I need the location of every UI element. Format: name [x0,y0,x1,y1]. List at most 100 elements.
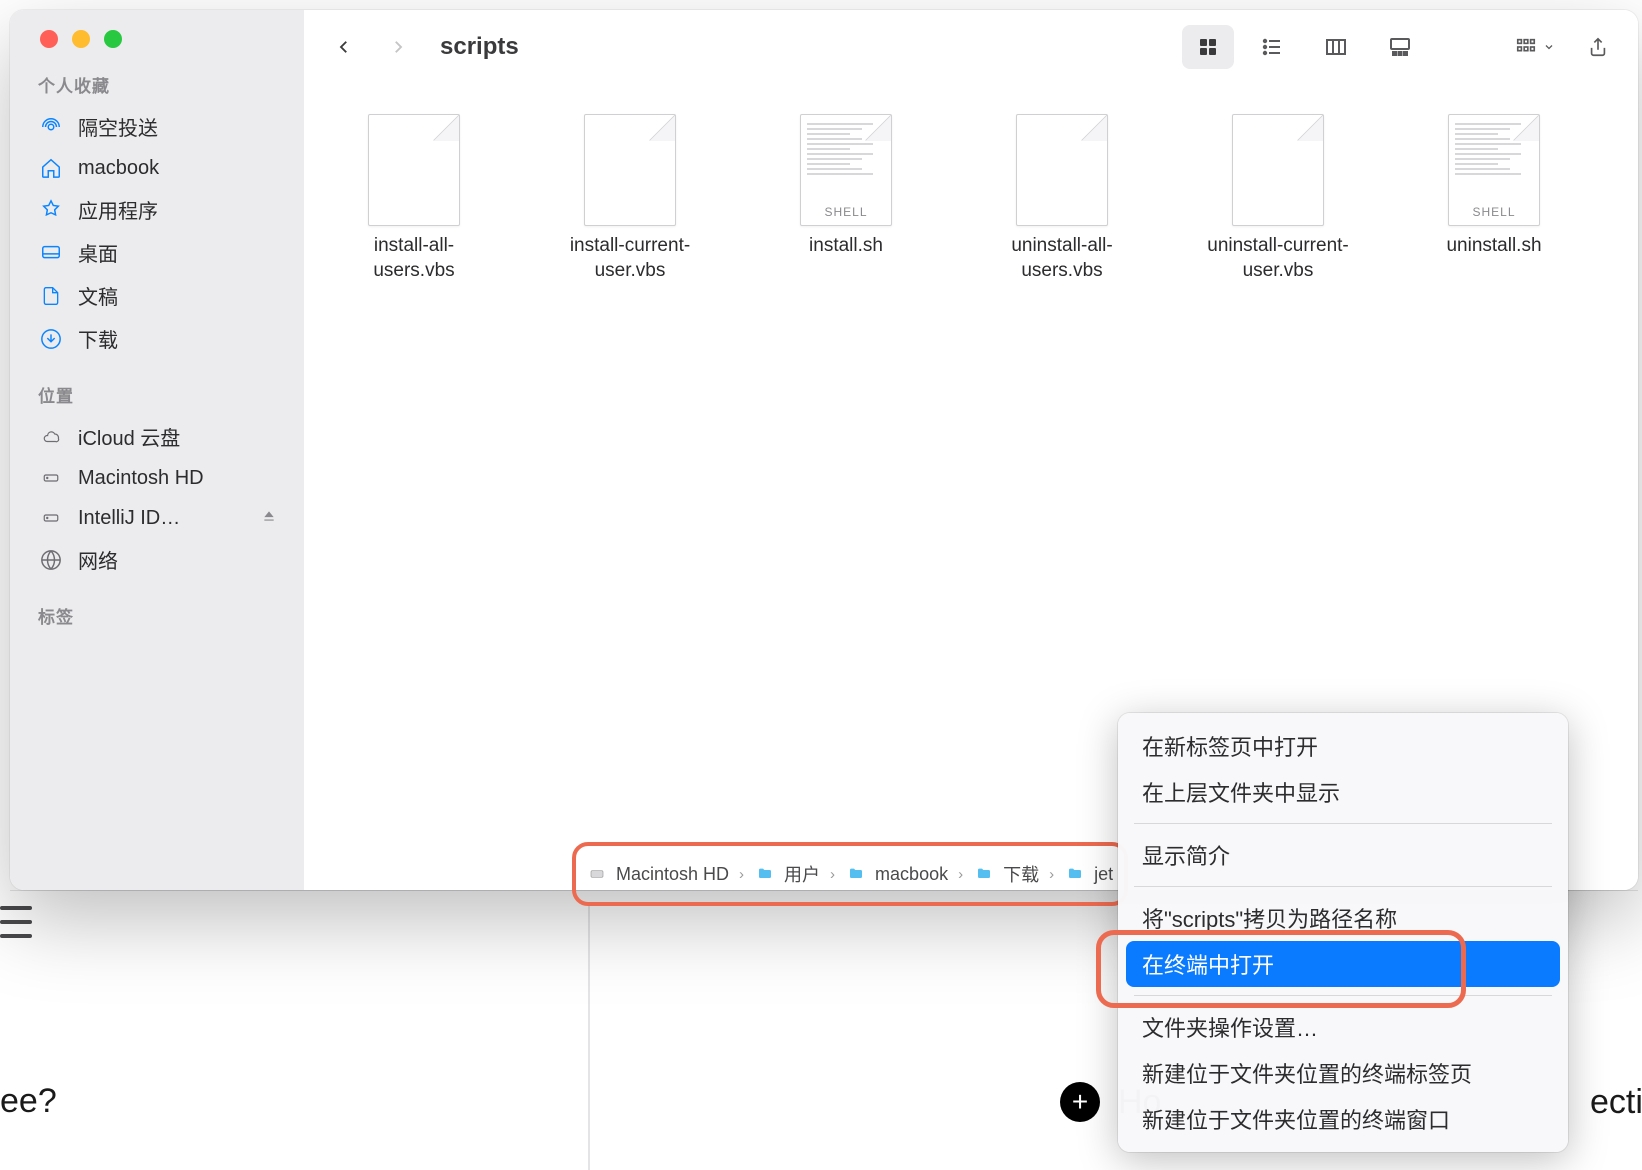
eject-icon[interactable] [262,509,276,528]
menu-item-new-terminal-tab[interactable]: 新建位于文件夹位置的终端标签页 [1118,1050,1568,1096]
chevron-right-icon: › [828,866,837,883]
drive-icon [38,505,64,531]
sidebar-item-desktop[interactable]: 桌面 [10,231,304,274]
menu-item-new-terminal-window[interactable]: 新建位于文件夹位置的终端窗口 [1118,1096,1568,1142]
sidebar-item-label: 桌面 [78,238,118,267]
chevron-right-icon: › [737,866,746,883]
minimize-button[interactable] [72,30,90,48]
file-name: install-current-user.vbs [550,234,710,283]
background-hamburger-icon [0,906,32,938]
breadcrumb-label: macbook [875,864,948,885]
sidebar-item-icloud[interactable]: iCloud 云盘 [10,415,304,458]
background-text: ee? [0,1082,57,1121]
home-icon [38,155,64,181]
folder-icon [973,865,995,883]
column-view-button[interactable] [1310,25,1362,69]
file-item[interactable]: uninstall.sh [1414,114,1574,283]
share-button[interactable] [1576,25,1620,69]
sidebar-section-tags: 标签 [10,603,304,636]
context-menu: 在新标签页中打开 在上层文件夹中显示 显示简介 将"scripts"拷贝为路径名… [1118,713,1568,1152]
breadcrumb-label: Macintosh HD [616,864,729,885]
file-name: install.sh [809,234,883,259]
file-icon [1232,114,1324,226]
applications-icon [38,197,64,223]
airdrop-icon [38,114,64,140]
breadcrumb[interactable]: macbook [845,864,948,885]
file-name: install-all-users.vbs [334,234,494,283]
folder-icon [845,865,867,883]
breadcrumb[interactable]: 下载 [973,861,1039,887]
file-icon [584,114,676,226]
download-icon [38,326,64,352]
file-name: uninstall.sh [1446,234,1541,259]
sidebar-item-label: 应用程序 [78,195,158,224]
window-controls [10,30,304,48]
maximize-button[interactable] [104,30,122,48]
menu-item-folder-actions[interactable]: 文件夹操作设置… [1118,1004,1568,1050]
close-button[interactable] [40,30,58,48]
shell-file-icon [1448,114,1540,226]
breadcrumb[interactable]: 用户 [754,861,820,887]
file-name: uninstall-current-user.vbs [1198,234,1358,283]
menu-item-show-in-parent[interactable]: 在上层文件夹中显示 [1118,769,1568,815]
icon-view-button[interactable] [1182,25,1234,69]
menu-item-get-info[interactable]: 显示简介 [1118,832,1568,878]
file-icon [1016,114,1108,226]
file-item[interactable]: install-all-users.vbs [334,114,494,283]
window-title: scripts [440,33,519,61]
folder-icon [754,865,776,883]
forward-button[interactable] [376,25,420,69]
toolbar: scripts [304,10,1638,84]
hdd-icon [586,865,608,883]
menu-item-open-in-terminal[interactable]: 在终端中打开 [1126,941,1560,987]
sidebar-item-label: 下载 [78,324,118,353]
sidebar-item-documents[interactable]: 文稿 [10,274,304,317]
sidebar: 个人收藏 隔空投送 macbook 应用程序 桌面 [10,10,304,890]
breadcrumb-label: jetbra [1094,864,1114,885]
cloud-icon [38,424,64,450]
sidebar-item-home[interactable]: macbook [10,148,304,188]
pathbar[interactable]: Macintosh HD › 用户 › macbook › [586,850,1114,898]
sidebar-item-airdrop[interactable]: 隔空投送 [10,105,304,148]
sidebar-item-label: Macintosh HD [78,467,204,490]
pathbar-annotation: Macintosh HD › 用户 › macbook › [572,842,1128,906]
plus-icon: + [1060,1082,1100,1122]
file-item[interactable]: install.sh [766,114,926,283]
list-view-button[interactable] [1246,25,1298,69]
back-button[interactable] [322,25,366,69]
folder-icon [1064,865,1086,883]
file-item[interactable]: uninstall-current-user.vbs [1198,114,1358,283]
chevron-right-icon: › [1047,866,1056,883]
menu-item-new-tab[interactable]: 在新标签页中打开 [1118,723,1568,769]
gallery-view-button[interactable] [1374,25,1426,69]
breadcrumb[interactable]: jetbra [1064,864,1114,885]
sidebar-item-macintosh-hd[interactable]: Macintosh HD [10,458,304,498]
sidebar-item-label: 网络 [78,545,118,574]
sidebar-item-label: 隔空投送 [78,112,158,141]
breadcrumb-label: 用户 [784,861,820,887]
sidebar-item-downloads[interactable]: 下载 [10,317,304,360]
file-item[interactable]: install-current-user.vbs [550,114,710,283]
sidebar-item-intellij[interactable]: IntelliJ ID… [10,498,304,538]
desktop-icon [38,240,64,266]
file-name: uninstall-all-users.vbs [982,234,1142,283]
sidebar-section-favorites: 个人收藏 [10,72,304,105]
sidebar-item-applications[interactable]: 应用程序 [10,188,304,231]
files-grid: install-all-users.vbs install-current-us… [304,84,1638,313]
menu-divider [1134,823,1552,824]
group-by-button[interactable] [1502,25,1566,69]
breadcrumb[interactable]: Macintosh HD [586,864,729,885]
menu-item-copy-path[interactable]: 将"scripts"拷贝为路径名称 [1118,895,1568,941]
network-icon [38,547,64,573]
chevron-right-icon: › [956,866,965,883]
sidebar-section-locations: 位置 [10,382,304,415]
menu-divider [1134,886,1552,887]
shell-file-icon [800,114,892,226]
sidebar-item-label: iCloud 云盘 [78,422,180,451]
view-switch [1182,25,1426,69]
menu-divider [1134,995,1552,996]
file-item[interactable]: uninstall-all-users.vbs [982,114,1142,283]
drive-icon [38,465,64,491]
sidebar-item-label: macbook [78,157,159,180]
sidebar-item-network[interactable]: 网络 [10,538,304,581]
